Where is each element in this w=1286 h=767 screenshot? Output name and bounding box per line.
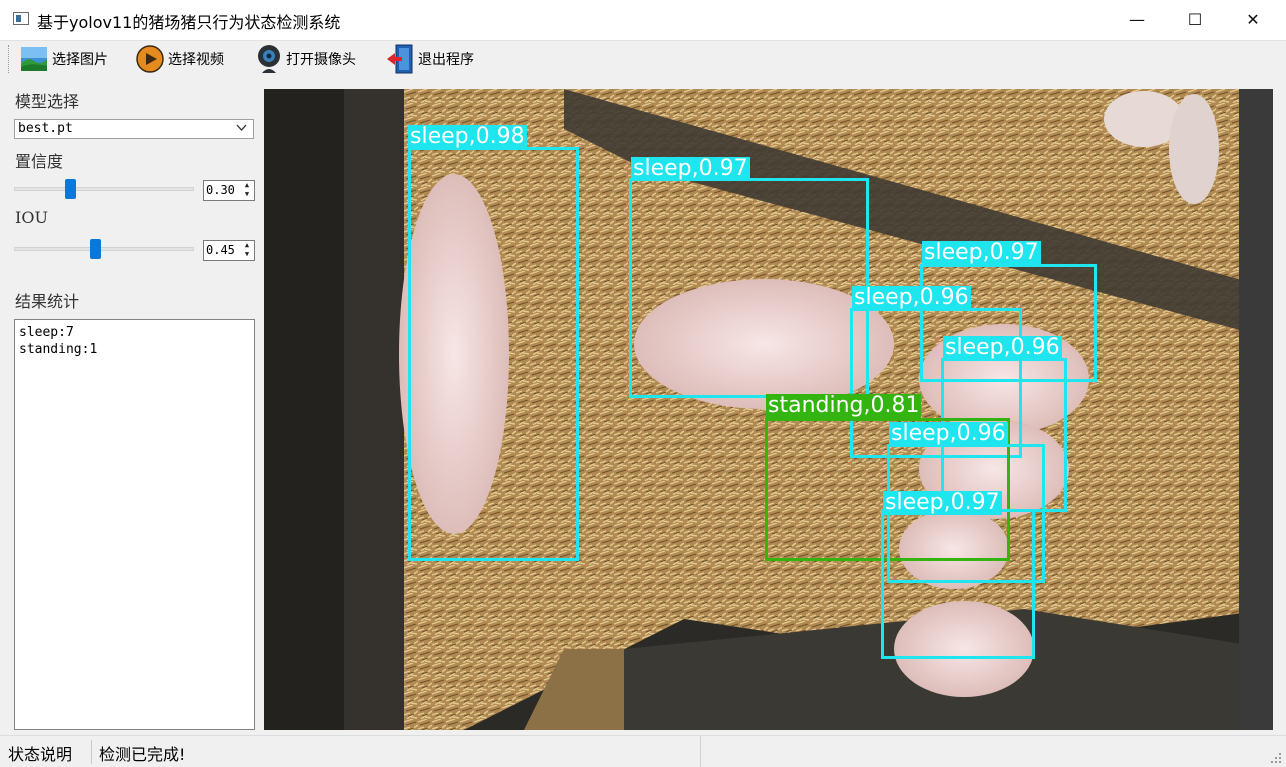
open-camera-button[interactable]: 打开摄像头 — [256, 43, 356, 75]
confidence-slider-handle[interactable] — [65, 179, 76, 199]
exit-door-icon — [387, 44, 413, 74]
detection-label: sleep,0.97 — [922, 240, 1041, 265]
select-video-label: 选择视频 — [168, 52, 224, 68]
status-divider — [700, 736, 701, 767]
toolbar-grip[interactable] — [8, 45, 12, 73]
iou-label: IOU — [15, 208, 48, 227]
spin-down-arrow-icon[interactable]: ▼ — [241, 190, 253, 199]
iou-spinbox[interactable]: 0.45 ▲ ▼ — [203, 240, 255, 261]
select-image-label: 选择图片 — [52, 52, 108, 68]
detection-box — [881, 509, 1035, 659]
detection-box — [629, 178, 869, 398]
app-window-icon — [13, 12, 29, 25]
status-message: 检测已完成! — [99, 745, 186, 764]
detection-label: sleep,0.96 — [852, 285, 971, 310]
iou-value: 0.45 — [206, 243, 235, 257]
exit-program-button[interactable]: 退出程序 — [386, 43, 474, 75]
spin-up-arrow-icon[interactable]: ▲ — [241, 181, 253, 190]
spin-down-arrow-icon[interactable]: ▼ — [241, 250, 253, 259]
detection-label: sleep,0.97 — [631, 156, 750, 181]
exit-program-label: 退出程序 — [418, 52, 474, 68]
status-label: 状态说明 — [8, 745, 73, 764]
confidence-spinbox[interactable]: 0.30 ▲ ▼ — [203, 180, 255, 201]
detection-overlay: sleep,0.98 sleep,0.97 sleep,0.97 sleep,0… — [264, 89, 1273, 730]
close-button[interactable]: ✕ — [1224, 0, 1282, 40]
model-select-label: 模型选择 — [15, 92, 80, 111]
status-bar: 状态说明 检测已完成! — [0, 735, 1286, 767]
detection-label: sleep,0.96 — [943, 335, 1062, 360]
toolbar: 选择图片 选择视频 打开摄像头 退出程序 — [0, 41, 1286, 79]
detection-label: standing,0.81 — [766, 393, 922, 418]
iou-slider[interactable] — [14, 247, 194, 251]
open-camera-label: 打开摄像头 — [286, 52, 356, 68]
image-icon — [21, 47, 47, 71]
status-divider — [91, 740, 92, 764]
detection-box — [408, 147, 579, 561]
result-line: standing:1 — [19, 342, 98, 357]
results-text-area[interactable]: sleep:7 standing:1 — [14, 319, 255, 730]
model-select-combobox[interactable]: best.pt — [14, 119, 254, 139]
detection-label: sleep,0.97 — [883, 490, 1002, 515]
play-icon — [136, 45, 164, 73]
model-select-value: best.pt — [18, 121, 73, 136]
spin-up-arrow-icon[interactable]: ▲ — [241, 241, 253, 250]
resize-grip-icon[interactable] — [1270, 752, 1282, 764]
confidence-slider[interactable] — [14, 187, 194, 191]
result-line: sleep:7 — [19, 325, 74, 340]
select-image-button[interactable]: 选择图片 — [20, 43, 108, 75]
window-title: 基于yolov11的猪场猪只行为状态检测系统 — [37, 13, 341, 32]
detection-image-display: sleep,0.98 sleep,0.97 sleep,0.97 sleep,0… — [264, 89, 1273, 730]
chevron-down-icon — [236, 124, 247, 131]
confidence-label: 置信度 — [15, 152, 64, 171]
confidence-value: 0.30 — [206, 183, 235, 197]
maximize-button[interactable]: ☐ — [1166, 0, 1224, 40]
title-bar: 基于yolov11的猪场猪只行为状态检测系统 — ☐ ✕ — [0, 0, 1286, 41]
detection-label: sleep,0.98 — [408, 124, 527, 149]
results-stats-label: 结果统计 — [15, 292, 80, 311]
minimize-button[interactable]: — — [1108, 0, 1166, 40]
iou-slider-handle[interactable] — [90, 239, 101, 259]
webcam-icon — [258, 45, 280, 73]
select-video-button[interactable]: 选择视频 — [136, 43, 224, 75]
detection-label: sleep,0.96 — [889, 421, 1008, 446]
